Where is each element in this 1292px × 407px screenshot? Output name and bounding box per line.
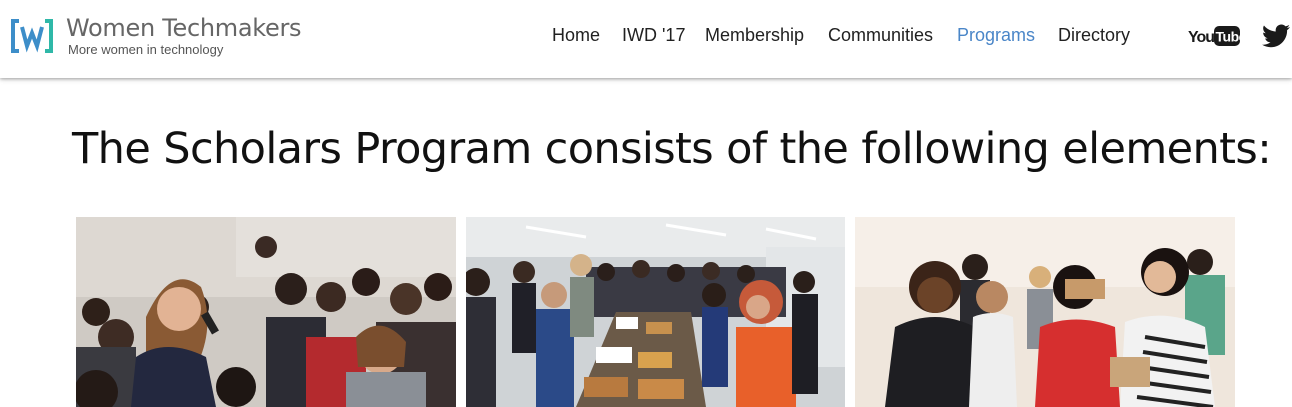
- site-header: Women Techmakers More women in technolog…: [0, 0, 1292, 78]
- brand-name[interactable]: Women Techmakers: [66, 14, 302, 42]
- nav-membership[interactable]: Membership: [705, 25, 804, 46]
- speaker-photo: [76, 217, 456, 407]
- youtube-icon[interactable]: You Tube: [1188, 26, 1240, 46]
- vr-photo: [855, 217, 1235, 407]
- wtm-logo-icon[interactable]: [10, 18, 54, 54]
- svg-text:Tube: Tube: [1216, 29, 1241, 45]
- svg-text:You: You: [1188, 29, 1214, 46]
- nav-home[interactable]: Home: [552, 25, 600, 46]
- nav-communities[interactable]: Communities: [828, 25, 933, 46]
- buffet-photo: [466, 217, 845, 407]
- page-title: The Scholars Program consists of the fol…: [72, 124, 1272, 174]
- nav-iwd17[interactable]: IWD '17: [622, 25, 685, 46]
- twitter-icon[interactable]: [1262, 24, 1290, 48]
- nav-directory[interactable]: Directory: [1058, 25, 1130, 46]
- brand-tagline: More women in technology: [68, 42, 224, 57]
- nav-programs[interactable]: Programs: [957, 25, 1035, 46]
